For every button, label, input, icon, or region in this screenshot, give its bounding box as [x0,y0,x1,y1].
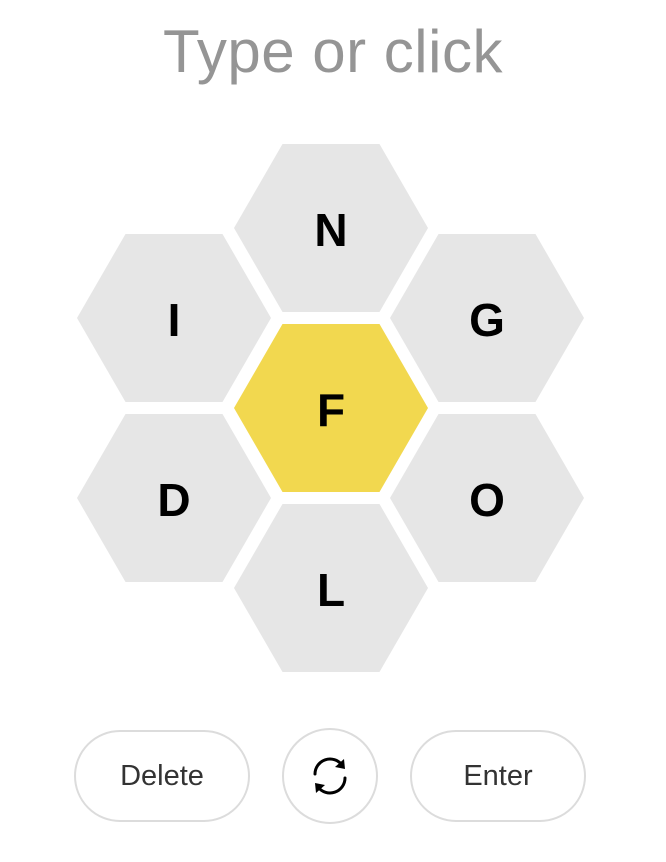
hive-cell-bottom-hexagon[interactable] [234,504,428,672]
hive-cell-upper-left[interactable]: I [77,234,271,402]
delete-button-label: Delete [120,759,204,792]
enter-button-label: Enter [463,759,533,792]
hive-cell-lower-left-hexagon[interactable] [77,414,271,582]
hive-cell-upper-left-hexagon[interactable] [77,234,271,402]
hive-cell-lower-right-hexagon[interactable] [390,414,584,582]
controls: Delete Enter [0,728,666,826]
enter-button[interactable]: Enter [410,730,586,822]
hive-cell-upper-right[interactable]: G [390,234,584,402]
shuffle-icon [306,752,354,800]
shuffle-button[interactable] [282,728,378,824]
hive-cell-upper-right-hexagon[interactable] [390,234,584,402]
hive-cell-lower-right[interactable]: O [390,414,584,582]
hive-cell-top[interactable]: N [234,144,428,312]
hive-cell-center-hexagon[interactable] [234,324,428,492]
delete-button[interactable]: Delete [74,730,250,822]
hive-cell-lower-left[interactable]: D [77,414,271,582]
hive-cell-bottom[interactable]: L [234,504,428,672]
hive-cell-center[interactable]: F [234,324,428,492]
hive-cell-top-hexagon[interactable] [234,144,428,312]
